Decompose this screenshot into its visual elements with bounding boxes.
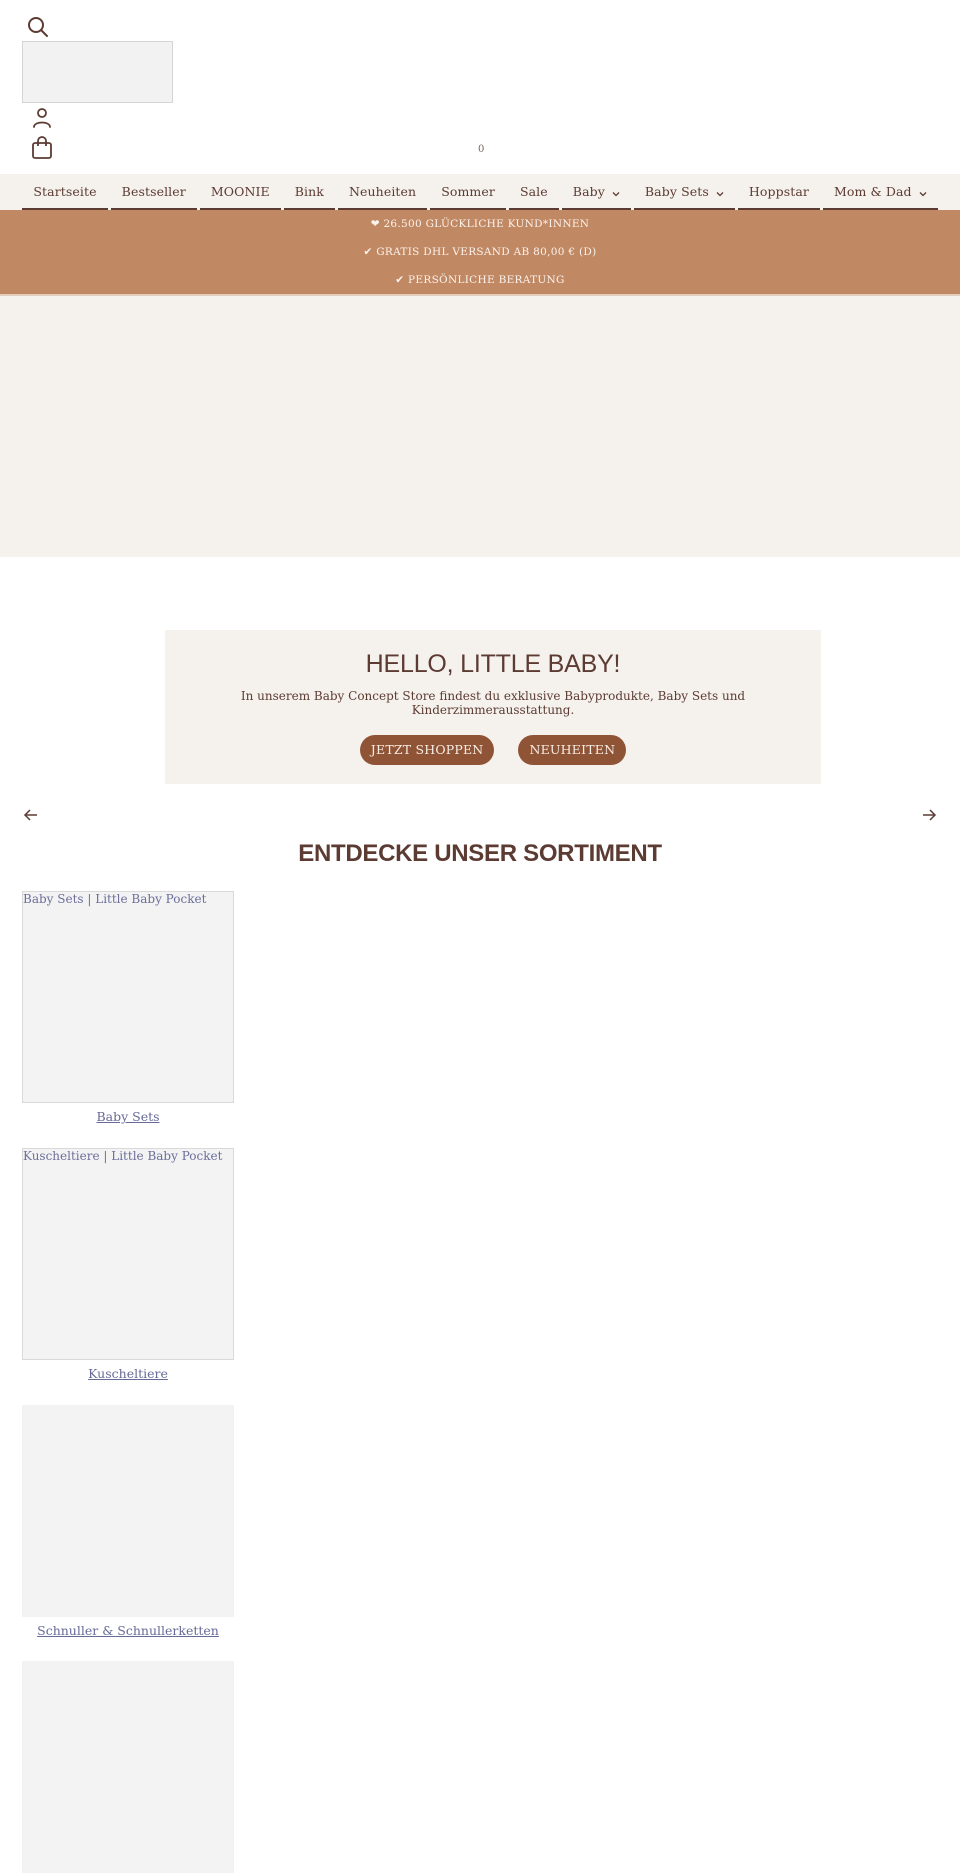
new-arrivals-button[interactable]: NEUHEITEN [518,735,627,765]
nav-item-sale[interactable]: Sale [508,174,559,210]
nav-item-label: Sale [519,183,548,199]
category-image[interactable]: Baby Sets | Little Baby Pocket [22,891,234,1103]
nav-item-sommer[interactable]: Sommer [430,174,506,210]
usp-consulting: ✔ PERSÖNLICHE BERATUNG [395,274,565,286]
image-alt-text: Baby Sets | Little Baby Pocket [23,892,207,906]
nav-item-label: Bink [294,183,324,199]
category-image[interactable]: Kuscheltiere | Little Baby Pocket [22,1148,234,1360]
nav-item-label: Sommer [441,183,495,199]
site-header: 0 [0,0,960,174]
nav-item-hoppstar[interactable]: Hoppstar [737,174,820,210]
category-card[interactable] [22,1661,234,1873]
nav-item-startseite[interactable]: Startseite [22,174,108,210]
nav-item-label: MOONIE [210,183,270,199]
hero-banner [0,294,960,557]
nav-item-bink[interactable]: Bink [283,174,335,210]
nav-item-label: Baby Sets [644,183,709,199]
category-card[interactable]: Kuscheltiere | Little Baby Pocket Kusche… [22,1148,234,1381]
nav-item-neuheiten[interactable]: Neuheiten [337,174,428,210]
nav-item-baby-sets[interactable]: Baby Sets [633,174,735,210]
categories-title: ENTDECKE UNSER SORTIMENT [298,840,662,867]
nav-item-bestseller[interactable]: Bestseller [110,174,197,210]
nav-item-label: Neuheiten [348,183,417,199]
welcome-text: In unserem Baby Concept Store findest du… [240,689,746,717]
category-link[interactable]: Kuscheltiere [22,1366,234,1381]
nav-item-label: Startseite [33,183,97,199]
nav-item-moonie[interactable]: MOONIE [199,174,281,210]
image-alt-text: Kuscheltiere | Little Baby Pocket [23,1149,223,1163]
account-icon[interactable] [32,107,52,129]
shopping-bag-icon[interactable] [31,136,53,160]
usp-shipping: ✔ GRATIS DHL VERSAND AB 80,00 € (D) [363,246,597,258]
nav-item-baby[interactable]: Baby [561,174,631,210]
nav-item-label: Bestseller [121,183,186,199]
usp-customers: ❤ 26.500 GLÜCKLICHE KUND*INNEN [370,218,590,230]
usp-bar: ❤ 26.500 GLÜCKLICHE KUND*INNEN ✔ GRATIS … [0,210,960,294]
chevron-down-icon [919,186,927,197]
category-card[interactable]: Schnuller & Schnullerketten [22,1405,234,1638]
nav-item-mom-dad[interactable]: Mom & Dad [822,174,938,210]
nav-item-label: Mom & Dad [833,183,912,199]
nav-item-label: Baby [572,183,605,199]
shop-now-button[interactable]: JETZT SHOPPEN [359,735,495,765]
welcome-box: HELLO, LITTLE BABY! In unserem Baby Conc… [165,630,821,784]
category-card[interactable]: Baby Sets | Little Baby Pocket Baby Sets [22,891,234,1124]
cart-count: 0 [478,144,485,155]
arrow-right-icon[interactable] [920,806,938,824]
nav-item-label: Hoppstar [748,183,809,199]
category-image[interactable] [22,1405,234,1617]
chevron-down-icon [716,186,724,197]
main-navigation: Startseite Bestseller MOONIE Bink Neuheiten S… [0,174,960,210]
chevron-down-icon [612,186,620,197]
category-image[interactable] [22,1661,234,1873]
welcome-title: HELLO, LITTLE BABY! [365,650,621,678]
search-icon[interactable] [27,16,49,38]
logo[interactable] [22,41,173,103]
category-link[interactable]: Schnuller & Schnullerketten [22,1623,234,1638]
arrow-left-icon[interactable] [22,806,40,824]
category-link[interactable]: Baby Sets [22,1109,234,1124]
